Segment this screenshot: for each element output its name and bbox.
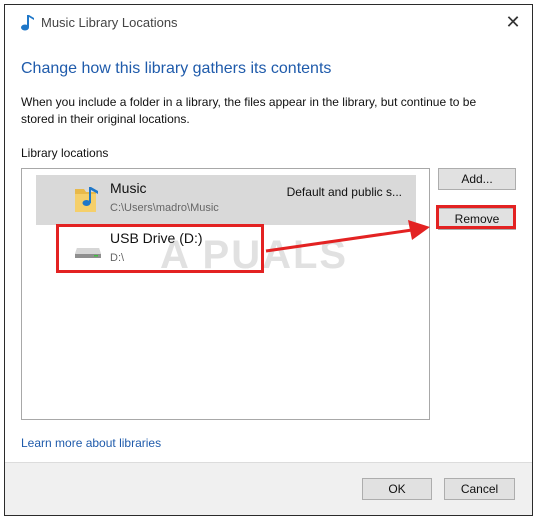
annotation-arrow <box>265 220 430 253</box>
